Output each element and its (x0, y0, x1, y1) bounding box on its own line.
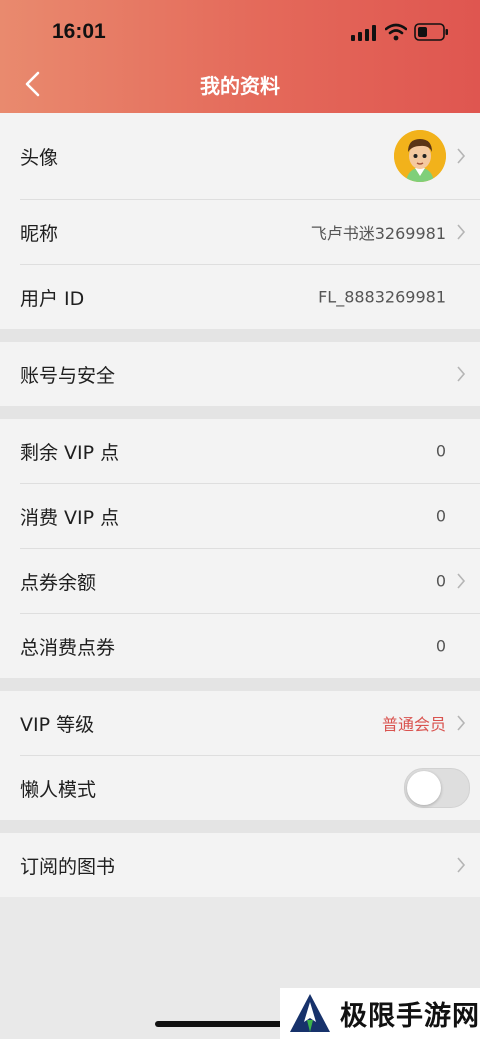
security-group: 账号与安全 (0, 342, 480, 406)
vip-level-label: VIP 等级 (20, 713, 95, 736)
profile-group: 头像 昵称 飞卢书迷3269981 用户 ID FL_8883269981 (0, 113, 480, 329)
subscribed-books-row[interactable]: 订阅的图书 (20, 833, 480, 897)
nickname-row[interactable]: 昵称 飞卢书迷3269981 (20, 200, 480, 265)
wifi-icon (385, 23, 407, 41)
consumed-vip-row: 消费 VIP 点 0 (20, 484, 480, 549)
lazy-mode-label: 懒人模式 (20, 778, 97, 801)
watermark-text: 极限手游网 (340, 1001, 480, 1032)
chevron-right-icon (457, 224, 466, 240)
consumed-vip-value: 0 (435, 506, 446, 526)
remaining-vip-row: 剩余 VIP 点 0 (20, 419, 480, 484)
toggle-knob (407, 771, 441, 805)
total-coupons-spent-label: 总消费点券 (20, 636, 116, 659)
chevron-right-icon (457, 366, 466, 382)
coupon-balance-label: 点券余额 (20, 571, 97, 594)
user-id-label: 用户 ID (20, 287, 85, 310)
watermark: 极限手游网 (280, 988, 480, 1039)
coupon-balance-value: 0 (435, 571, 446, 591)
subscribed-books-label: 订阅的图书 (20, 855, 116, 878)
total-coupons-spent-value: 0 (435, 636, 446, 656)
chevron-right-icon (457, 715, 466, 731)
battery-icon (414, 23, 448, 41)
vip-group: VIP 等级 普通会员 懒人模式 (0, 691, 480, 820)
remaining-vip-label: 剩余 VIP 点 (20, 441, 120, 464)
avatar[interactable] (394, 130, 446, 182)
lazy-mode-toggle[interactable] (404, 768, 470, 808)
lazy-mode-row: 懒人模式 (20, 756, 480, 820)
watermark-logo-icon (290, 993, 330, 1032)
remaining-vip-value: 0 (435, 441, 446, 461)
status-time: 16:01 (52, 20, 106, 43)
header-bar: 16:01 我的资料 (0, 0, 480, 113)
cellular-signal-icon (351, 25, 376, 41)
coupon-balance-row[interactable]: 点券余额 0 (20, 549, 480, 614)
vip-level-value: 普通会员 (381, 715, 446, 734)
page-title: 我的资料 (200, 74, 280, 98)
chevron-right-icon (457, 857, 466, 873)
section-divider (0, 820, 480, 833)
user-id-value: FL_8883269981 (318, 287, 446, 307)
section-divider (0, 406, 480, 419)
user-id-row: 用户 ID FL_8883269981 (20, 265, 480, 329)
avatar-row[interactable]: 头像 (20, 113, 480, 200)
consumed-vip-label: 消费 VIP 点 (20, 506, 120, 529)
nickname-label: 昵称 (20, 222, 59, 245)
account-security-row[interactable]: 账号与安全 (20, 342, 480, 406)
nickname-value: 飞卢书迷3269981 (310, 224, 446, 243)
points-group: 剩余 VIP 点 0 消费 VIP 点 0 点券余额 0 总消费点券 0 (0, 419, 480, 678)
books-group: 订阅的图书 (0, 833, 480, 897)
section-divider (0, 678, 480, 691)
section-divider (0, 329, 480, 342)
chevron-right-icon (457, 148, 466, 164)
total-coupons-spent-row: 总消费点券 0 (20, 614, 480, 678)
avatar-face-icon (394, 130, 446, 182)
avatar-label: 头像 (20, 146, 59, 169)
profile-list: 头像 昵称 飞卢书迷3269981 用户 ID FL_8883269981 账号… (0, 113, 480, 897)
chevron-right-icon (457, 573, 466, 589)
account-security-label: 账号与安全 (20, 364, 116, 387)
vip-level-row[interactable]: VIP 等级 普通会员 (20, 691, 480, 756)
